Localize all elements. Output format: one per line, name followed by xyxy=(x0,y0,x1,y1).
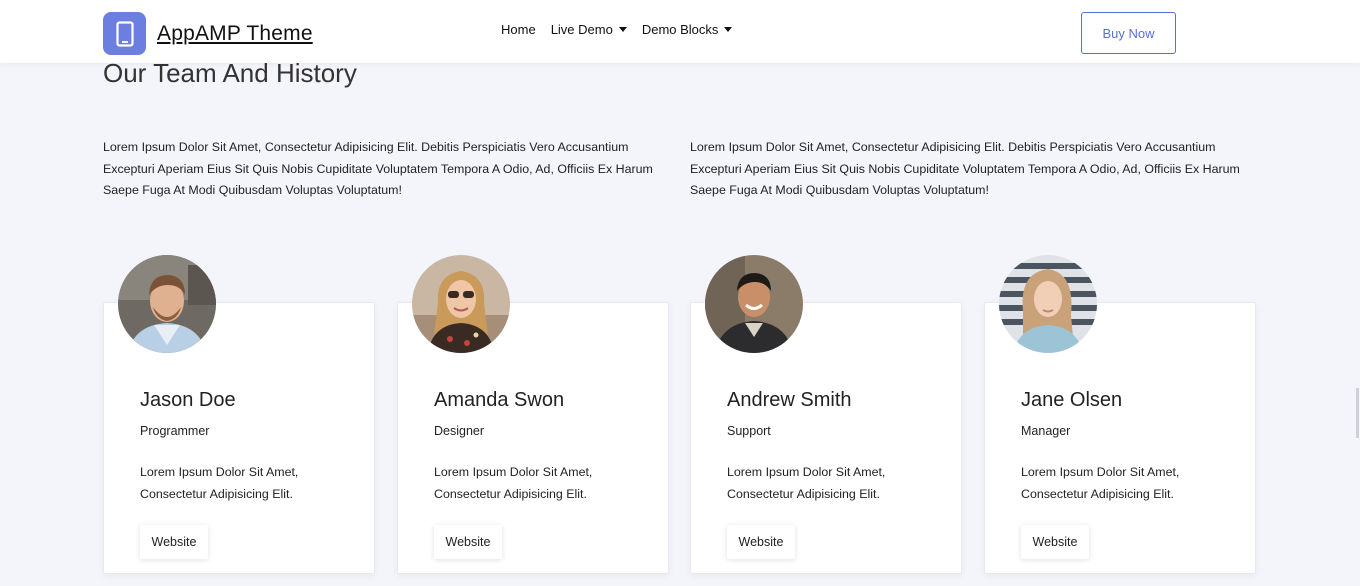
member-bio: Lorem Ipsum Dolor Sit Amet, Consectetur … xyxy=(727,465,886,501)
member-bio: Lorem Ipsum Dolor Sit Amet, Consectetur … xyxy=(1021,465,1180,501)
member-bio: Lorem Ipsum Dolor Sit Amet, Consectetur … xyxy=(140,465,299,501)
caret-down-icon xyxy=(618,27,627,32)
member-name: Jane Olsen xyxy=(1021,389,1123,411)
intro-text-right: Lorem Ipsum Dolor Sit Amet, Consectetur … xyxy=(690,140,1240,197)
phone-icon xyxy=(103,12,146,55)
top-navbar: AppAMP Theme Home Live Demo Demo Blocks … xyxy=(0,0,1360,63)
nav-live-demo[interactable]: Live Demo xyxy=(551,22,627,37)
brand-link[interactable]: AppAMP Theme xyxy=(103,12,313,55)
team-card: Jane Olsen Manager Lorem Ipsum Dolor Sit… xyxy=(984,255,1256,574)
intro-text-left: Lorem Ipsum Dolor Sit Amet, Consectetur … xyxy=(103,140,653,197)
team-card: Andrew Smith Support Lorem Ipsum Dolor S… xyxy=(690,255,962,574)
website-button[interactable]: Website xyxy=(1021,525,1089,559)
member-role: Designer xyxy=(434,424,485,438)
nav-live-demo-label: Live Demo xyxy=(550,22,613,37)
nav-home-label: Home xyxy=(501,22,536,37)
buy-now-button[interactable]: Buy Now xyxy=(1081,12,1176,54)
avatar xyxy=(412,255,510,353)
scrollbar-thumb[interactable] xyxy=(1356,388,1359,438)
member-name: Andrew Smith xyxy=(727,389,852,411)
team-card: Jason Doe Programmer Lorem Ipsum Dolor S… xyxy=(103,255,375,574)
avatar xyxy=(705,255,803,353)
avatar xyxy=(999,255,1097,353)
website-button[interactable]: Website xyxy=(434,525,502,559)
main-nav: Home Live Demo Demo Blocks xyxy=(501,22,747,37)
member-role: Programmer xyxy=(140,424,210,438)
team-card: Amanda Swon Designer Lorem Ipsum Dolor S… xyxy=(397,255,669,574)
member-name: Amanda Swon xyxy=(434,389,565,411)
website-button[interactable]: Website xyxy=(727,525,795,559)
member-name: Jason Doe xyxy=(140,389,236,411)
website-button[interactable]: Website xyxy=(140,525,208,559)
nav-demo-blocks-label: Demo Blocks xyxy=(641,22,719,37)
nav-demo-blocks[interactable]: Demo Blocks xyxy=(642,22,733,37)
member-role: Manager xyxy=(1021,424,1071,438)
page: AppAMP Theme Home Live Demo Demo Blocks … xyxy=(0,0,1360,586)
member-bio: Lorem Ipsum Dolor Sit Amet, Consectetur … xyxy=(434,465,593,501)
brand-name: AppAMP Theme xyxy=(157,21,313,45)
member-role: Support xyxy=(727,424,771,438)
nav-home[interactable]: Home xyxy=(501,22,536,37)
avatar xyxy=(118,255,216,353)
caret-down-icon xyxy=(724,27,733,32)
